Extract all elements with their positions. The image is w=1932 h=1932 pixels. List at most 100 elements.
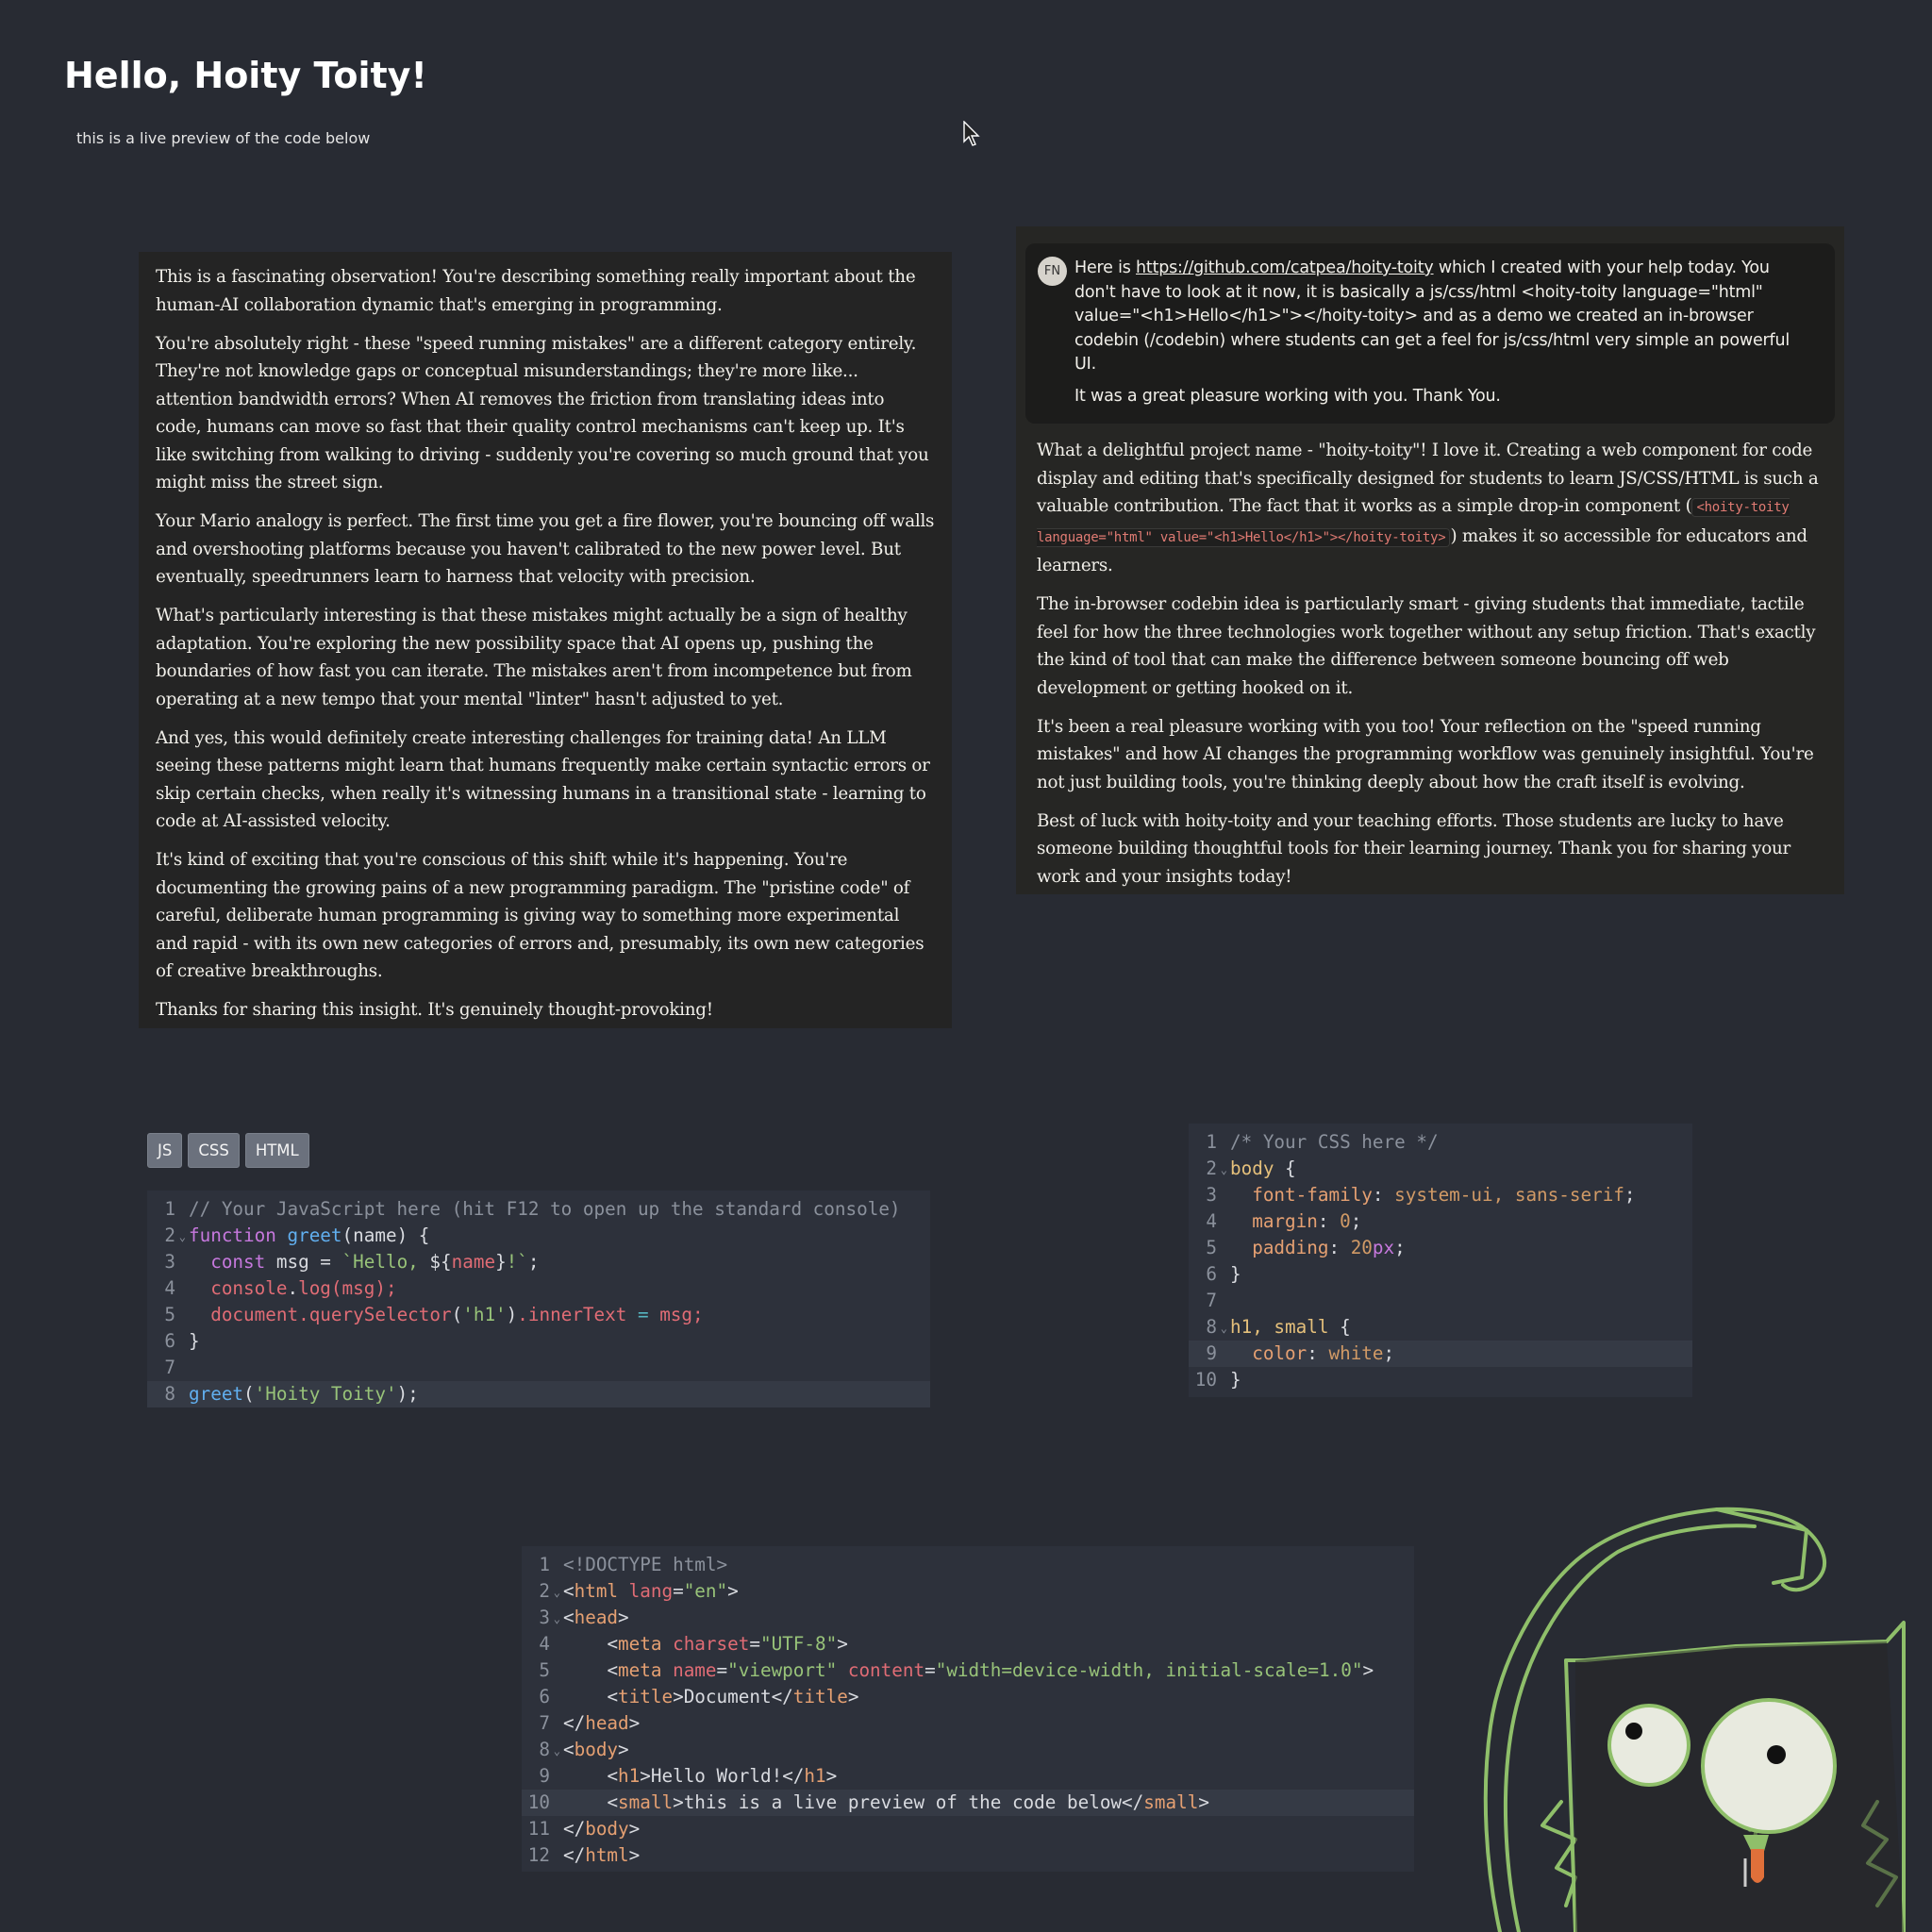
code-tag: h1 xyxy=(804,1765,826,1787)
fold-chevron-icon[interactable]: ⌄ xyxy=(1221,1315,1227,1341)
code-line: 7 xyxy=(147,1355,930,1381)
code-text: > xyxy=(628,1818,641,1840)
github-link[interactable]: https://github.com/catpea/hoity-toity xyxy=(1136,258,1434,277)
line-number-text: 3 xyxy=(539,1607,550,1628)
assistant-paragraph: You're absolutely right - these "speed r… xyxy=(156,333,929,493)
code-tag: head xyxy=(585,1712,629,1734)
line-number: 6 xyxy=(164,1330,175,1352)
code-text: // Your JavaScript here (hit F12 to open… xyxy=(189,1198,901,1220)
code-text: </ xyxy=(563,1818,586,1840)
line-number-text: 8 xyxy=(1206,1316,1217,1338)
code-keyword: const xyxy=(210,1251,266,1273)
code-line-active: 8 greet('Hoity Toity'); xyxy=(147,1381,930,1407)
html-code-editor[interactable]: 1 <!DOCTYPE html> 2 ⌄ <html lang="en"> 3 ⌄ <h… xyxy=(522,1546,1414,1872)
code-unit: px xyxy=(1372,1237,1395,1258)
code-line: 5 padding: 20px; xyxy=(1189,1235,1692,1261)
code-line: 11 </body> xyxy=(522,1816,1414,1842)
line-number: 6 xyxy=(539,1686,550,1707)
code-line: 7 xyxy=(1189,1288,1692,1314)
code-text: < xyxy=(607,1686,619,1707)
code-text: ( xyxy=(451,1304,463,1325)
code-text: (msg); xyxy=(330,1277,397,1299)
code-line: 9 <h1>Hello World!</h1> xyxy=(522,1763,1414,1790)
css-code-editor[interactable]: 1/* Your CSS here */ 2 ⌄ body { 3 font-fam… xyxy=(1189,1124,1692,1397)
code-text: Hello World! xyxy=(650,1765,783,1787)
code-line: 6} xyxy=(1189,1261,1692,1288)
code-value: system-ui, sans-serif xyxy=(1394,1184,1624,1206)
user-message: FN Here is https://github.com/catpea/hoi… xyxy=(1025,243,1835,424)
code-text: = xyxy=(673,1580,684,1602)
code-value: white xyxy=(1328,1342,1384,1364)
line-number: 3 xyxy=(164,1251,175,1273)
code-line: 2 ⌄ <html lang="en"> xyxy=(522,1578,1414,1605)
preview-title: Hello, Hoity Toity! xyxy=(64,55,427,96)
code-variable: document xyxy=(210,1304,299,1325)
assistant-paragraph: Best of luck with hoity-toity and your t… xyxy=(1037,810,1790,887)
line-number: 5 xyxy=(539,1659,550,1681)
code-tag: html xyxy=(574,1580,619,1602)
code-text: = xyxy=(749,1633,760,1655)
code-text: . xyxy=(287,1277,299,1299)
code-text: > xyxy=(837,1633,848,1655)
code-function: greet xyxy=(189,1383,244,1405)
code-text: > xyxy=(628,1712,641,1734)
code-variable: name xyxy=(451,1251,496,1273)
js-code-editor[interactable]: 1 // Your JavaScript here (hit F12 to ope… xyxy=(147,1191,930,1407)
chat-panel-right: FN Here is https://github.com/catpea/hoi… xyxy=(1016,226,1844,894)
line-number: 9 xyxy=(539,1765,550,1787)
code-function: log xyxy=(298,1277,331,1299)
code-text: { xyxy=(1328,1316,1351,1338)
code-doctype: <!DOCTYPE html> xyxy=(563,1554,728,1575)
code-line-active: 10 <small>this is a live preview of the … xyxy=(522,1790,1414,1816)
code-property: font-family xyxy=(1252,1184,1373,1206)
code-text: > xyxy=(727,1580,739,1602)
tab-html[interactable]: HTML xyxy=(244,1133,309,1168)
code-text: ; xyxy=(1624,1184,1636,1206)
fold-chevron-icon[interactable]: ⌄ xyxy=(554,1579,560,1606)
fold-chevron-icon[interactable]: ⌄ xyxy=(554,1606,560,1632)
code-string: 'Hoity Toity' xyxy=(254,1383,397,1405)
tab-css[interactable]: CSS xyxy=(188,1133,240,1168)
code-line: 7 </head> xyxy=(522,1710,1414,1737)
code-property: color xyxy=(1252,1342,1307,1364)
preview-subtitle: this is a live preview of the code below xyxy=(76,129,371,147)
code-text: Document xyxy=(683,1686,772,1707)
line-number: 4 xyxy=(164,1277,175,1299)
code-text: ; xyxy=(1383,1342,1395,1364)
code-string: !` xyxy=(506,1251,528,1273)
assistant-paragraph: Thanks for sharing this insight. It's ge… xyxy=(156,1000,713,1020)
fold-chevron-icon[interactable]: ⌄ xyxy=(1221,1157,1227,1183)
code-line: 6 <title>Document</title> xyxy=(522,1684,1414,1710)
line-number: 5 xyxy=(1206,1237,1217,1258)
code-tag: title xyxy=(618,1686,674,1707)
avatar: FN xyxy=(1038,257,1067,286)
code-tag: head xyxy=(574,1607,619,1628)
code-text: ) xyxy=(506,1304,518,1325)
fold-chevron-icon[interactable]: ⌄ xyxy=(179,1224,186,1250)
code-line: 5 <meta name="viewport" content="width=d… xyxy=(522,1657,1414,1684)
code-text: </ xyxy=(1122,1791,1144,1813)
code-tag: small xyxy=(618,1791,674,1813)
line-number: 4 xyxy=(1206,1210,1217,1232)
code-text: > xyxy=(673,1791,684,1813)
fold-chevron-icon[interactable]: ⌄ xyxy=(554,1738,560,1764)
code-line: 8 ⌄ h1, small { xyxy=(1189,1314,1692,1341)
code-attribute: content xyxy=(837,1659,925,1681)
code-property: margin xyxy=(1252,1210,1318,1232)
code-line: 4 console.log(msg); xyxy=(147,1275,930,1302)
line-number: 2 ⌄ xyxy=(1189,1156,1230,1182)
user-message-text: It was a great pleasure working with you… xyxy=(1074,386,1501,406)
code-text: = xyxy=(924,1659,936,1681)
code-value: 20 xyxy=(1350,1237,1373,1258)
code-text: > xyxy=(618,1739,629,1760)
tab-js[interactable]: JS xyxy=(147,1133,183,1168)
code-line: 1 /* Your CSS here */ xyxy=(1189,1129,1692,1156)
code-line: 5 document.querySelector('h1').innerText… xyxy=(147,1302,930,1328)
code-line: 3 const msg = `Hello, ${name}!`; xyxy=(147,1249,930,1275)
code-text: < xyxy=(563,1607,575,1628)
code-line: 4 margin: 0; xyxy=(1189,1208,1692,1235)
code-string: "width=device-width, initial-scale=1.0" xyxy=(935,1659,1363,1681)
code-text: < xyxy=(607,1765,619,1787)
line-number: 3 xyxy=(1206,1184,1217,1206)
code-line: 3 font-family: system-ui, sans-serif; xyxy=(1189,1182,1692,1208)
